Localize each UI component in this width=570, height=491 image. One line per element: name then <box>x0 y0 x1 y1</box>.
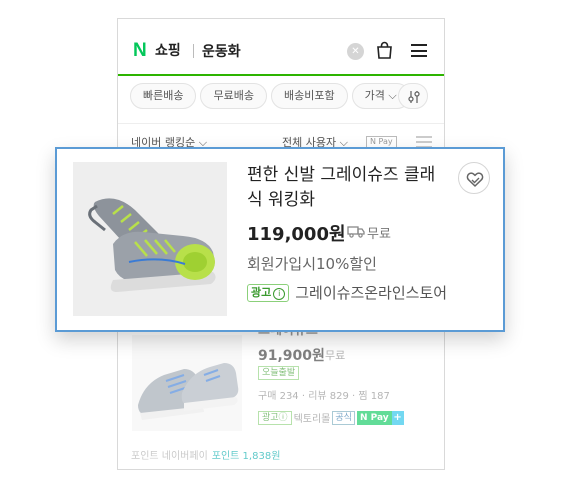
naver-logo[interactable]: N <box>133 40 147 62</box>
sliders-icon <box>408 91 420 103</box>
wishlist-button[interactable] <box>458 162 490 194</box>
product-title[interactable]: 편한 신발 그레이슈즈 클래식 워킹화 <box>247 163 447 213</box>
search-input[interactable]: 운동화 <box>202 41 241 61</box>
shipping-fee: 무료 <box>367 227 391 242</box>
menu-icon[interactable] <box>411 44 427 57</box>
chip-fast-delivery[interactable]: 빠른배송 <box>130 83 197 109</box>
shopping-bag-icon[interactable] <box>376 41 393 59</box>
featured-product-card[interactable]: 편한 신발 그레이슈즈 클래식 워킹화 119,000원 무료 회원가입시10%… <box>55 147 505 332</box>
search-header: N 쇼핑 운동화 ✕ <box>118 19 444 76</box>
heart-icon <box>466 172 484 187</box>
chip-free-shipping[interactable]: 무료배송 <box>200 83 267 109</box>
ad-row: 광고 i 그레이슈즈온라인스토어 <box>247 282 447 302</box>
product-price: 119,000원 <box>247 224 346 245</box>
stage: N 쇼핑 운동화 ✕ 빠른배송 무료배송 배송비포함 가격 ⌵ 네이버 랭킹순 ⌵ <box>0 0 570 491</box>
clear-icon[interactable]: ✕ <box>347 43 364 60</box>
promo-text: 회원가입시10%할인 <box>247 255 377 273</box>
ad-badge[interactable]: 광고 i <box>247 283 290 302</box>
filter-settings-button[interactable] <box>398 83 428 109</box>
product-image[interactable] <box>73 162 227 316</box>
truck-icon <box>347 226 365 238</box>
shopping-label[interactable]: 쇼핑 <box>155 40 181 60</box>
chip-shipping-included[interactable]: 배송비포함 <box>270 83 348 109</box>
info-icon[interactable]: i <box>273 287 286 300</box>
sneaker-illustration <box>73 162 227 316</box>
fade-overlay <box>118 319 444 469</box>
divider <box>193 44 194 58</box>
store-name[interactable]: 그레이슈즈온라인스토어 <box>295 282 447 303</box>
ad-label: 광고 <box>251 285 272 299</box>
filter-chips: 빠른배송 무료배송 배송비포함 가격 ⌵ <box>130 83 414 109</box>
